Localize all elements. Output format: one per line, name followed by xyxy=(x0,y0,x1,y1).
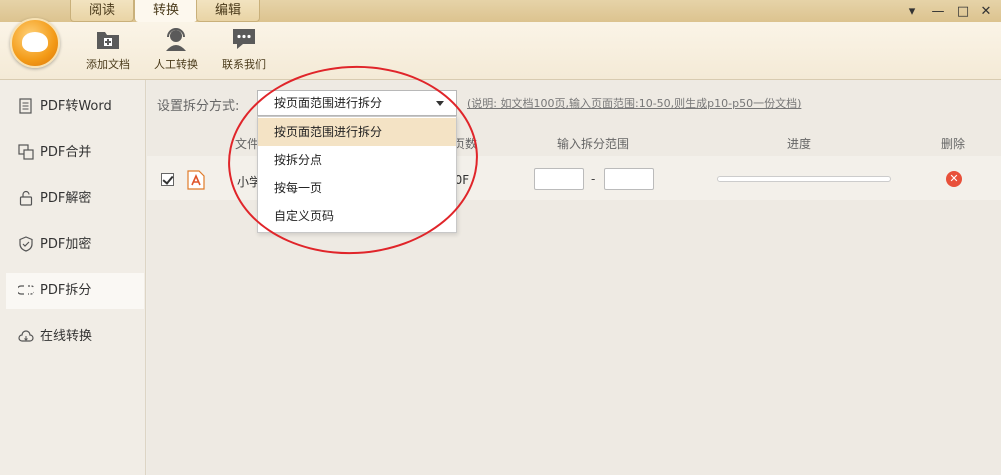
split-option-custom-pages[interactable]: 自定义页码 xyxy=(258,202,456,230)
shield-check-icon xyxy=(19,235,33,252)
row-checkbox[interactable] xyxy=(161,173,174,186)
sidebar-item-pdf-split[interactable]: PDF拆分 xyxy=(6,273,144,309)
sidebar-item-label: 在线转换 xyxy=(40,329,93,344)
split-option-page-range[interactable]: 按页面范围进行拆分 xyxy=(258,118,456,146)
chat-bubble-icon xyxy=(233,29,255,49)
range-start-input[interactable] xyxy=(534,168,584,190)
sidebar-item-label: PDF解密 xyxy=(40,191,92,206)
split-option-each-page[interactable]: 按每一页 xyxy=(258,174,456,202)
column-header-file: 文件 xyxy=(235,137,260,151)
manual-convert-label: 人工转换 xyxy=(154,58,198,71)
column-header-range: 输入拆分范围 xyxy=(557,137,630,151)
split-option-split-point[interactable]: 按拆分点 xyxy=(258,146,456,174)
add-document-label: 添加文档 xyxy=(86,58,130,71)
contact-us-button[interactable]: 联系我们 xyxy=(212,26,276,72)
split-mode-select[interactable]: 按页面范围进行拆分 xyxy=(257,90,457,116)
tab-convert[interactable]: 转换 xyxy=(134,0,198,22)
split-mode-label: 设置拆分方式: xyxy=(157,99,240,114)
merge-icon xyxy=(18,143,34,160)
column-header-delete: 删除 xyxy=(941,137,966,151)
sidebar-item-pdf-to-word[interactable]: PDF转Word xyxy=(6,89,144,125)
sidebar-item-pdf-merge[interactable]: PDF合并 xyxy=(6,135,144,171)
chevron-down-icon xyxy=(436,101,444,106)
range-end-input[interactable] xyxy=(604,168,654,190)
logo-mascot-icon xyxy=(22,32,48,52)
headset-agent-icon xyxy=(166,28,186,51)
sidebar-item-label: PDF加密 xyxy=(40,237,92,252)
column-header-progress: 进度 xyxy=(787,137,812,151)
delete-row-button[interactable]: ✕ xyxy=(946,171,962,187)
cloud-icon xyxy=(18,329,34,342)
unlock-icon xyxy=(19,190,33,206)
sidebar-item-online-convert[interactable]: 在线转换 xyxy=(6,319,144,355)
row-progress-bar xyxy=(717,176,891,182)
close-window-icon[interactable]: ✕ xyxy=(977,4,995,19)
window-menu-icon[interactable]: ▾ xyxy=(903,4,921,19)
folder-add-icon xyxy=(97,32,119,49)
split-hint-link[interactable]: (说明: 如文档100页,输入页面范围:10-50,则生成p10-p50一份文档… xyxy=(467,95,801,111)
document-list-icon xyxy=(19,97,32,114)
split-mode-dropdown: 按页面范围进行拆分 按拆分点 按每一页 自定义页码 xyxy=(257,116,457,233)
sidebar-item-label: PDF拆分 xyxy=(40,283,92,298)
app-logo xyxy=(10,18,60,68)
tab-read[interactable]: 阅读 xyxy=(70,0,134,22)
range-separator: - xyxy=(591,172,596,186)
manual-convert-button[interactable]: 人工转换 xyxy=(144,26,208,72)
minimize-icon[interactable]: — xyxy=(929,4,947,19)
app-header: 阅读 转换 编辑 添加文档 人工转换 联系我们 ▾ — □ ✕ xyxy=(0,0,1001,80)
main-panel: 设置拆分方式: 按页面范围进行拆分 (说明: 如文档100页,输入页面范围:10… xyxy=(147,80,1001,475)
pdf-file-icon xyxy=(187,170,205,190)
tab-edit[interactable]: 编辑 xyxy=(196,0,260,22)
sidebar-item-label: PDF转Word xyxy=(40,99,112,114)
split-mode-selected-value: 按页面范围进行拆分 xyxy=(274,96,383,110)
sidebar-item-pdf-decrypt[interactable]: PDF解密 xyxy=(6,181,144,217)
sidebar-item-pdf-encrypt[interactable]: PDF加密 xyxy=(6,227,144,263)
sidebar: PDF转Word PDF合并 PDF解密 PDF加密 PDF拆分 在线转换 xyxy=(0,80,146,475)
sidebar-item-label: PDF合并 xyxy=(40,145,92,160)
contact-us-label: 联系我们 xyxy=(222,58,266,71)
add-document-button[interactable]: 添加文档 xyxy=(76,26,140,72)
maximize-icon[interactable]: □ xyxy=(954,4,972,19)
split-icon xyxy=(18,284,34,295)
